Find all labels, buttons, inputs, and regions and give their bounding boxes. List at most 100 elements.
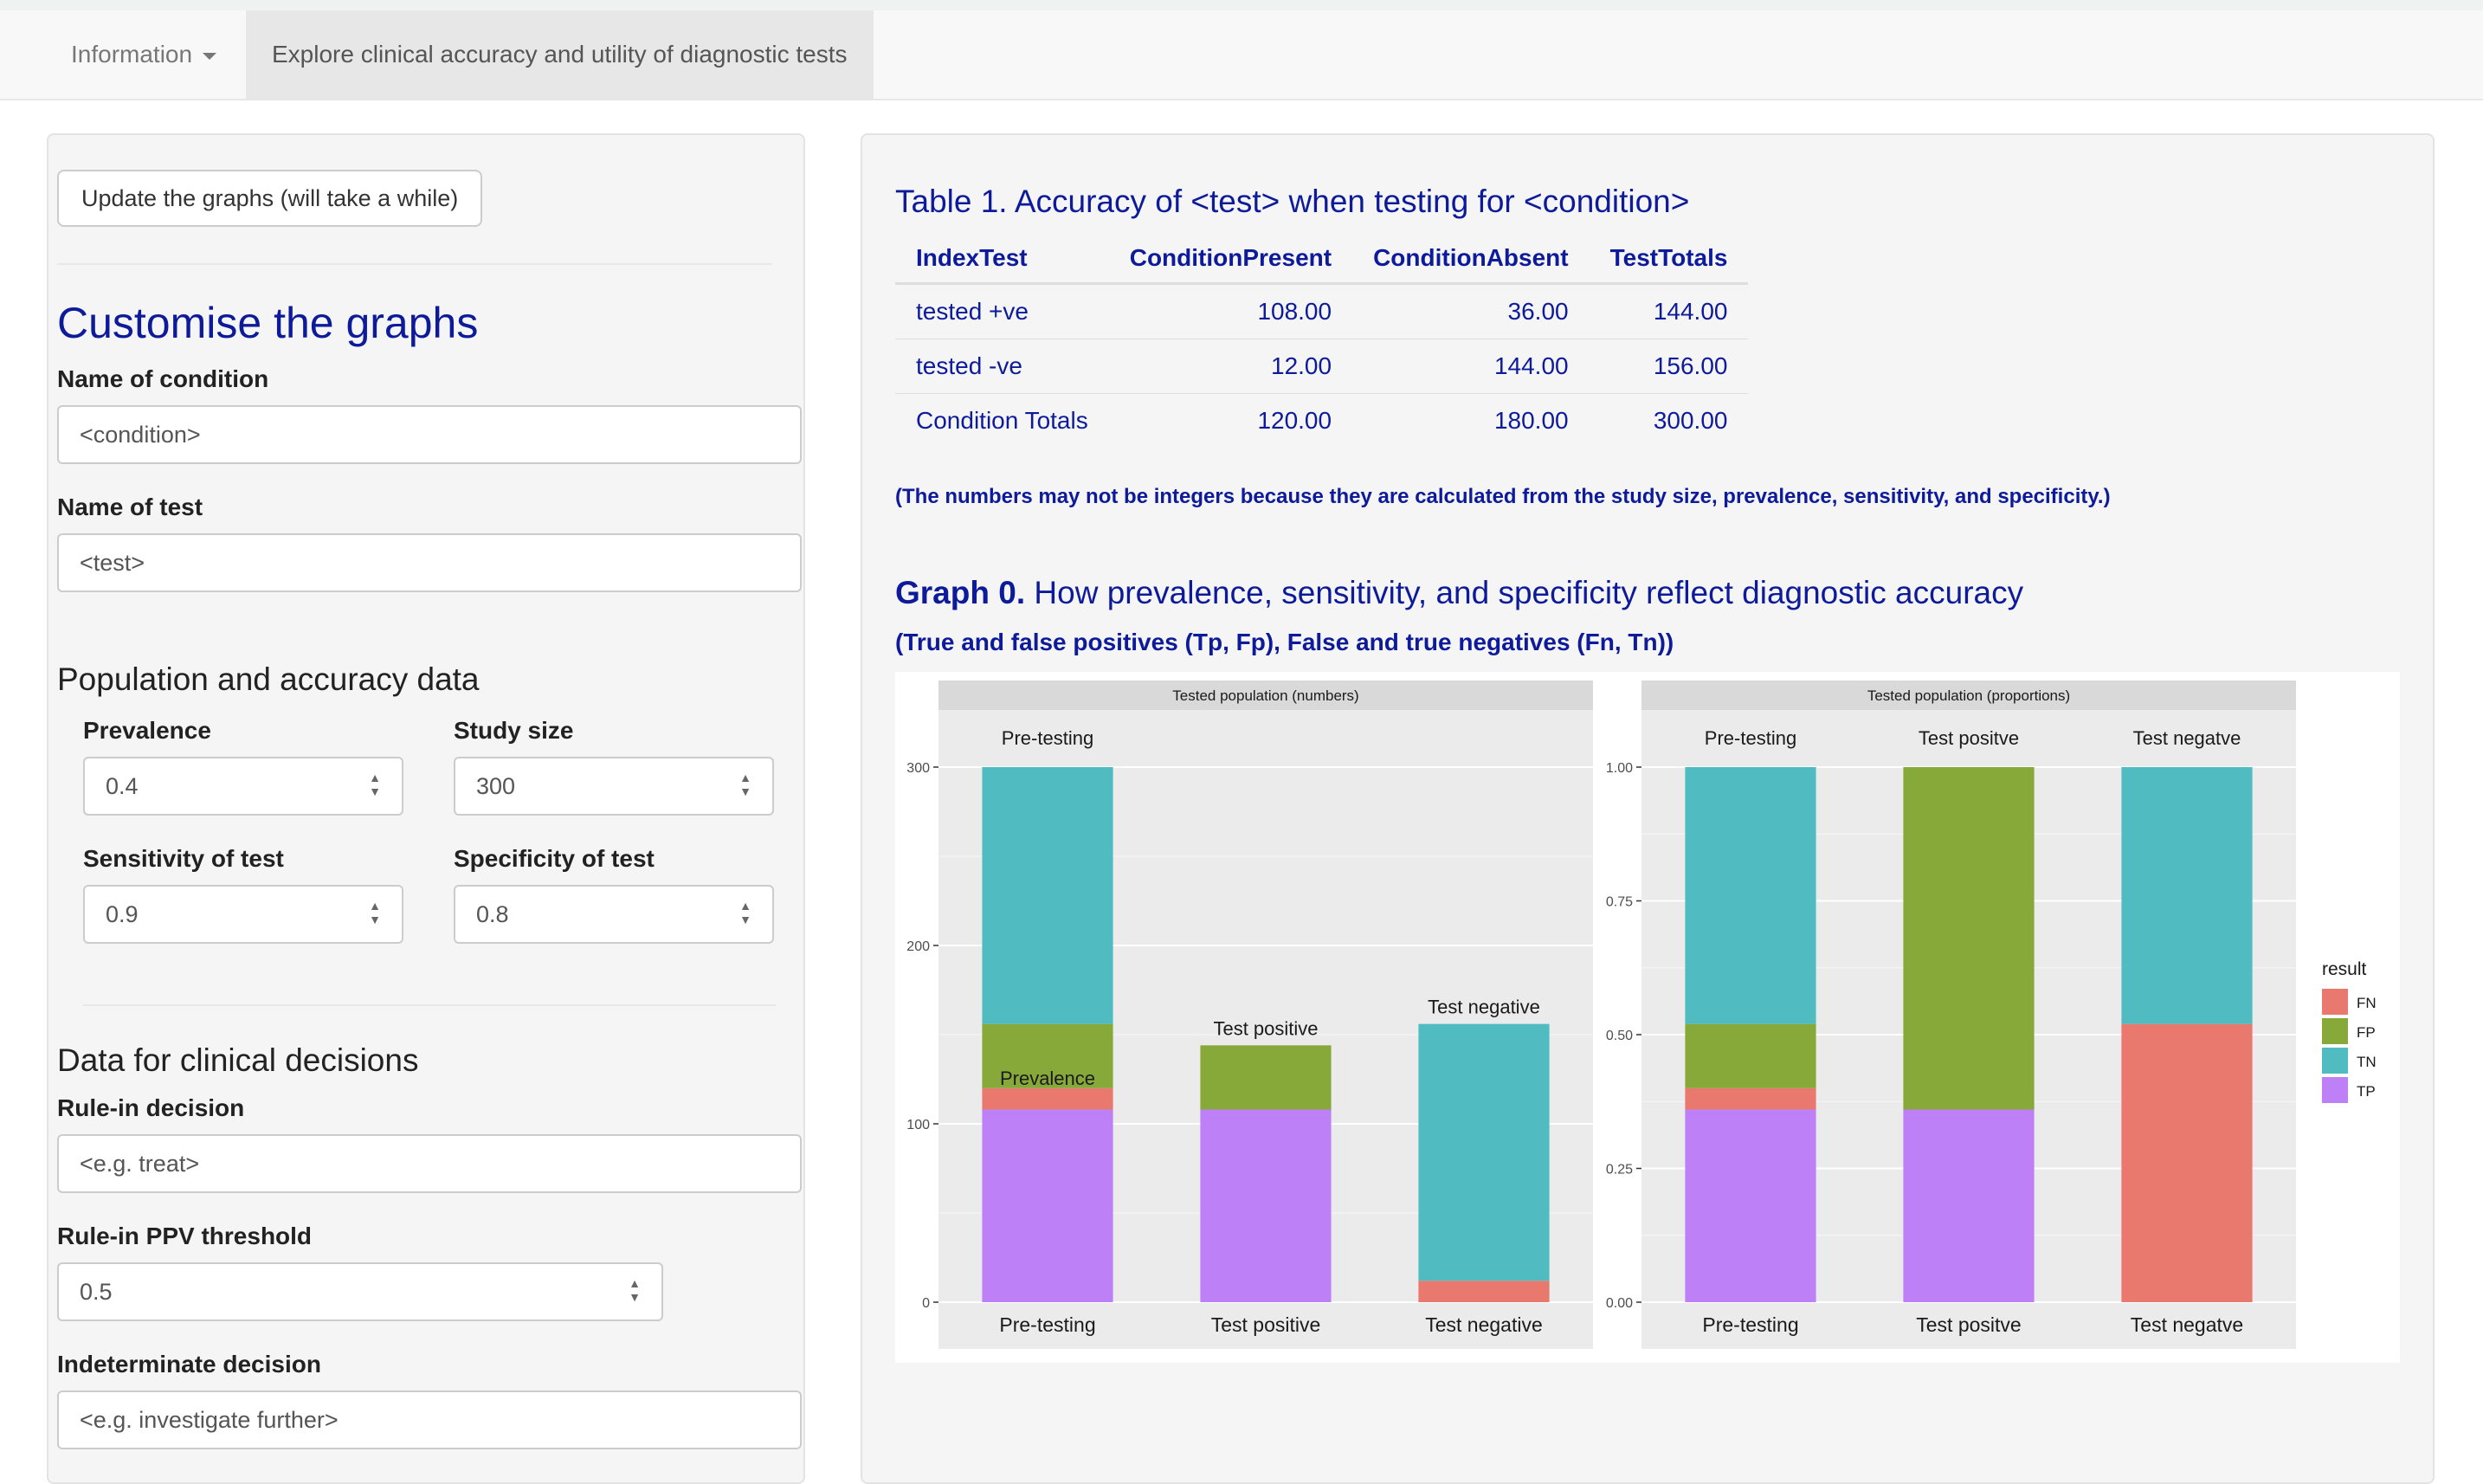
- table-header: IndexTest: [895, 234, 1109, 285]
- table-header: TestTotals: [1589, 234, 1749, 285]
- table-header: ConditionAbsent: [1352, 234, 1590, 285]
- ppv-input[interactable]: 0.5 ▲ ▼: [57, 1262, 663, 1321]
- customise-heading: Customise the graphs: [57, 299, 479, 347]
- spinner-icon[interactable]: ▲ ▼: [629, 1276, 641, 1304]
- y-tick-label: 1.00: [1606, 761, 1633, 776]
- legend-title: result: [2322, 959, 2367, 979]
- sensitivity-input[interactable]: 0.9 ▲ ▼: [83, 885, 403, 944]
- bar-segment-tn: [2121, 767, 2253, 1024]
- table-cell: 36.00: [1352, 283, 1590, 339]
- ppv-value: 0.5: [80, 1279, 113, 1305]
- bar-segment-fp: [1200, 1045, 1332, 1110]
- spinner-icon[interactable]: ▲ ▼: [369, 771, 381, 798]
- tab-explore[interactable]: Explore clinical accuracy and utility of…: [246, 10, 874, 99]
- legend-swatch-fn: [2322, 989, 2348, 1015]
- bar-segment-tp: [982, 1109, 1113, 1302]
- table-title: Table 1. Accuracy of <test> when testing…: [895, 184, 1690, 219]
- y-tick-label: 100: [906, 1118, 930, 1132]
- prevalence-value: 0.4: [106, 773, 139, 799]
- test-input[interactable]: <test>: [57, 533, 802, 592]
- table-cell: 144.00: [1352, 339, 1590, 394]
- y-tick-label: 0.50: [1606, 1029, 1633, 1043]
- table-cell: 120.00: [1257, 407, 1332, 434]
- indeterminate-input[interactable]: <e.g. investigate further>: [57, 1390, 802, 1449]
- condition-label: Name of condition: [57, 365, 269, 392]
- legend-swatch-fp: [2322, 1018, 2348, 1044]
- y-tick-label: 0.00: [1606, 1296, 1633, 1311]
- x-category-label: Test positive: [1211, 1313, 1321, 1336]
- table-cell: 180.00: [1493, 407, 1569, 434]
- rule-in-label: Rule-in decision: [57, 1094, 245, 1121]
- legend-label: FN: [2357, 995, 2377, 1011]
- spinner-icon[interactable]: ▲ ▼: [369, 899, 381, 926]
- table-header-row: IndexTest ConditionPresent ConditionAbse…: [895, 234, 1749, 285]
- specificity-value: 0.8: [476, 901, 509, 927]
- nav-information-label: Information: [71, 41, 193, 68]
- table-cell: 300.00: [1653, 407, 1728, 434]
- bar-segment-tn: [982, 767, 1113, 1024]
- legend-label: FP: [2357, 1024, 2376, 1041]
- bar-top-label: Test negatve: [2133, 727, 2241, 749]
- nav-information-dropdown[interactable]: Information: [71, 10, 217, 99]
- graph-subtitle: (True and false positives (Tp, Fp), Fals…: [895, 629, 1674, 655]
- bar-segment-fn: [1685, 1087, 1816, 1110]
- bar-top-label: Pre-testing: [1705, 727, 1796, 749]
- bar-segment-fn: [2121, 1023, 2253, 1302]
- y-tick-label: 300: [906, 761, 930, 776]
- rule-in-input[interactable]: <e.g. treat>: [57, 1134, 802, 1193]
- table-cell: tested +ve: [895, 283, 1109, 339]
- x-category-label: Test positve: [1916, 1313, 2021, 1336]
- x-category-label: Pre-testing: [1702, 1313, 1798, 1336]
- table-row: tested -ve 12.00 144.00 156.00: [895, 339, 1749, 394]
- y-tick-label: 0: [922, 1296, 930, 1311]
- table-row: tested +ve 108.00 36.00 144.00: [895, 283, 1749, 339]
- prevalence-input[interactable]: 0.4 ▲ ▼: [83, 757, 403, 816]
- bar-top-label: Test positive: [1213, 1017, 1318, 1039]
- spinner-icon[interactable]: ▲ ▼: [739, 771, 751, 798]
- spinner-icon[interactable]: ▲ ▼: [739, 899, 751, 926]
- bar-segment-tn: [1418, 1023, 1550, 1281]
- legend-swatch-tn: [2322, 1048, 2348, 1074]
- study-size-input[interactable]: 300 ▲ ▼: [454, 757, 774, 816]
- bar-segment-fn: [1418, 1281, 1550, 1302]
- graph-0-plot: Tested population (numbers) 0 100 200 300 Pre…: [895, 672, 2400, 1363]
- table-cell: 144.00: [1589, 283, 1749, 339]
- update-graphs-button[interactable]: Update the graphs (will take a while): [57, 170, 483, 227]
- divider: [57, 263, 772, 265]
- bar-segment-fn: [982, 1087, 1113, 1110]
- sensitivity-label: Sensitivity of test: [83, 845, 284, 872]
- bar-segment-fp: [1903, 767, 2035, 1110]
- bar-segment-tp: [1685, 1109, 1816, 1302]
- specificity-input[interactable]: 0.8 ▲ ▼: [454, 885, 774, 944]
- accuracy-table: IndexTest ConditionPresent ConditionAbse…: [895, 234, 1749, 448]
- y-tick-label: 0.25: [1606, 1163, 1633, 1178]
- facet-title: Tested population (numbers): [1172, 687, 1358, 704]
- bar-top-label: Test positve: [1919, 727, 2019, 749]
- x-category-label: Test negative: [1425, 1313, 1543, 1336]
- prevalence-label: Prevalence: [83, 717, 211, 744]
- table-cell: Condition Totals: [916, 407, 1088, 434]
- bar-segment-tn: [1685, 767, 1816, 1024]
- bar-top-label: Test negative: [1428, 997, 1540, 1018]
- clinical-heading: Data for clinical decisions: [57, 1042, 419, 1078]
- test-label: Name of test: [57, 494, 203, 520]
- table-cell: tested -ve: [895, 339, 1109, 394]
- bar-segment-tp: [1903, 1109, 2035, 1302]
- legend-label: TN: [2357, 1054, 2377, 1070]
- bar-segment-fp: [1685, 1023, 1816, 1088]
- graph-title: Graph 0. How prevalence, sensitivity, an…: [895, 575, 2023, 611]
- specificity-label: Specificity of test: [454, 845, 655, 872]
- study-size-label: Study size: [454, 717, 574, 744]
- caret-down-icon: [203, 52, 217, 60]
- table-header: ConditionPresent: [1108, 234, 1353, 285]
- y-tick-label: 200: [906, 939, 930, 954]
- facet-title: Tested population (proportions): [1867, 687, 2070, 704]
- y-tick-label: 0.75: [1606, 895, 1633, 910]
- table-row: Condition Totals 120.00 180.00 300.00: [895, 394, 1748, 448]
- study-size-value: 300: [476, 773, 516, 799]
- table-note: (The numbers may not be integers because…: [895, 485, 2111, 508]
- ppv-label: Rule-in PPV threshold: [57, 1223, 313, 1249]
- x-category-label: Pre-testing: [999, 1313, 1095, 1336]
- table-cell: 156.00: [1589, 339, 1749, 394]
- condition-input[interactable]: <condition>: [57, 405, 802, 464]
